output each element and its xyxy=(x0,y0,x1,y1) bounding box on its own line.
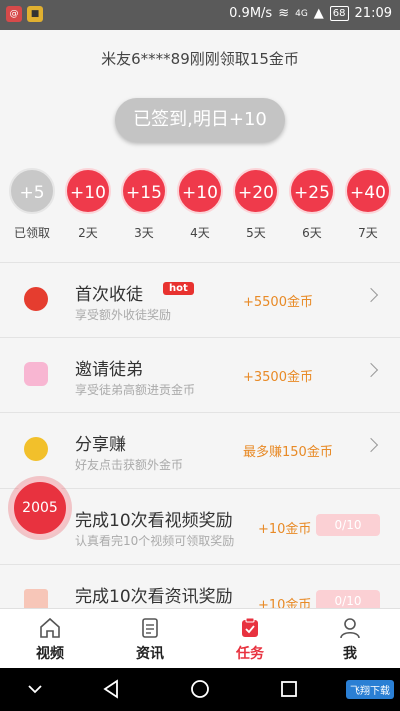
checkin-day-4: +10 4天 xyxy=(176,168,224,241)
notification-app-icon: ■ xyxy=(27,6,43,22)
task-progress-button[interactable]: 0/10 xyxy=(316,514,380,536)
checkin-day-value: +10 xyxy=(65,168,111,214)
task-title: 完成10次看资讯奖励 xyxy=(75,587,233,607)
recent-apps-icon[interactable] xyxy=(279,678,299,704)
checkin-day-5: +20 5天 xyxy=(232,168,280,241)
document-icon xyxy=(139,617,161,639)
task-progress-button[interactable]: 0/10 xyxy=(316,590,380,608)
task-subtitle: 享受徒弟高额进贡金币 xyxy=(75,383,196,397)
task-subtitle: 享受额外收徒奖励 xyxy=(75,308,172,322)
home-circle-icon[interactable] xyxy=(189,678,211,704)
document-icon xyxy=(24,589,48,608)
checkin-day-1: +5 已领取 xyxy=(8,168,56,241)
checkin-day-label: 6天 xyxy=(302,226,322,240)
tab-video[interactable]: 视频 xyxy=(0,609,100,669)
tab-news[interactable]: 资讯 xyxy=(100,609,200,669)
checkin-day-value: +15 xyxy=(121,168,167,214)
task-reward: 最多赚150金币 xyxy=(243,445,333,460)
checkin-day-label: 5天 xyxy=(246,226,266,240)
checkin-day-label: 3天 xyxy=(134,226,154,240)
reward-notice: 米友6****89刚刚领取15金币 xyxy=(101,50,299,68)
status-bar: @ ■ 0.9M/s ≋ 4G ▲ 68 21:09 xyxy=(0,0,400,30)
coin-stack-icon xyxy=(24,437,48,461)
user-icon xyxy=(339,617,361,639)
checkin-day-value: +40 xyxy=(345,168,391,214)
checkin-day-6: +25 6天 xyxy=(288,168,336,241)
back-icon[interactable] xyxy=(101,678,121,704)
task-title: 分享赚 xyxy=(75,435,126,455)
battery-level: 68 xyxy=(329,6,349,21)
task-subtitle: 认真看完10个视频可领取奖励 xyxy=(75,534,235,548)
task-invite-apprentice[interactable]: 邀请徒弟 享受徒弟高额进贡金币 +3500金币 xyxy=(0,337,400,412)
notification-app-icon: @ xyxy=(6,6,22,22)
checkin-day-2: +10 2天 xyxy=(64,168,112,241)
bottom-tab-bar: 视频 资讯 任务 我 xyxy=(0,608,400,668)
task-icon xyxy=(239,617,261,639)
checkin-days: +5 已领取 +10 2天 +15 3天 +10 4天 +20 5天 +25 6… xyxy=(0,168,400,248)
tab-label: 我 xyxy=(343,646,357,662)
tab-tasks[interactable]: 任务 xyxy=(200,609,300,669)
checkin-day-value: +10 xyxy=(177,168,223,214)
signin-button[interactable]: 已签到,明日+10 xyxy=(115,98,285,142)
fire-icon xyxy=(24,287,48,311)
checkin-day-label: 4天 xyxy=(190,226,210,240)
checkin-day-label: 已领取 xyxy=(13,226,50,240)
chevron-right-icon xyxy=(363,287,379,303)
task-reward: +3500金币 xyxy=(243,370,313,385)
collapse-icon[interactable] xyxy=(26,678,44,704)
tab-label: 资讯 xyxy=(136,646,164,662)
home-icon xyxy=(39,617,61,639)
clock: 21:09 xyxy=(354,6,392,21)
task-share-earn[interactable]: 分享赚 好友点击获额外金币 最多赚150金币 xyxy=(0,412,400,487)
checkin-day-label: 7天 xyxy=(358,226,378,240)
chevron-right-icon xyxy=(363,362,379,378)
checkin-day-value: +25 xyxy=(289,168,335,214)
task-first-apprentice[interactable]: 首次收徒 hot 享受额外收徒奖励 +5500金币 xyxy=(0,262,400,337)
signal-icon: ▲ xyxy=(313,6,324,21)
task-title: 首次收徒 xyxy=(75,285,143,305)
chevron-right-icon xyxy=(363,437,379,453)
tab-label: 任务 xyxy=(236,646,264,662)
task-subtitle: 好友点击获额外金币 xyxy=(75,458,184,472)
task-reward: +5500金币 xyxy=(243,295,313,310)
tab-me[interactable]: 我 xyxy=(300,609,400,669)
task-title: 完成10次看视频奖励 xyxy=(75,511,233,531)
system-nav-bar: 飞翔下载 xyxy=(0,668,400,711)
network-speed: 0.9M/s xyxy=(229,6,273,21)
checkin-day-7: +40 7天 xyxy=(344,168,392,241)
checkin-day-value: +5 xyxy=(9,168,55,214)
checkin-day-value: +20 xyxy=(233,168,279,214)
network-type: 4G xyxy=(295,8,308,19)
task-reward: +10金币 xyxy=(258,598,312,608)
task-reward: +10金币 xyxy=(258,522,312,537)
task-read-news[interactable]: 完成10次看资讯奖励 +10金币 0/10 xyxy=(0,564,400,608)
invite-icon xyxy=(24,362,48,386)
watermark-logo: 飞翔下载 xyxy=(346,680,394,699)
wifi-icon: ≋ xyxy=(278,6,290,21)
checkin-day-label: 2天 xyxy=(78,226,98,240)
floating-reward-badge[interactable]: 2005 xyxy=(11,479,69,537)
hot-badge: hot xyxy=(163,282,194,295)
checkin-day-3: +15 3天 xyxy=(120,168,168,241)
task-title: 邀请徒弟 xyxy=(75,360,143,380)
tab-label: 视频 xyxy=(36,646,64,662)
